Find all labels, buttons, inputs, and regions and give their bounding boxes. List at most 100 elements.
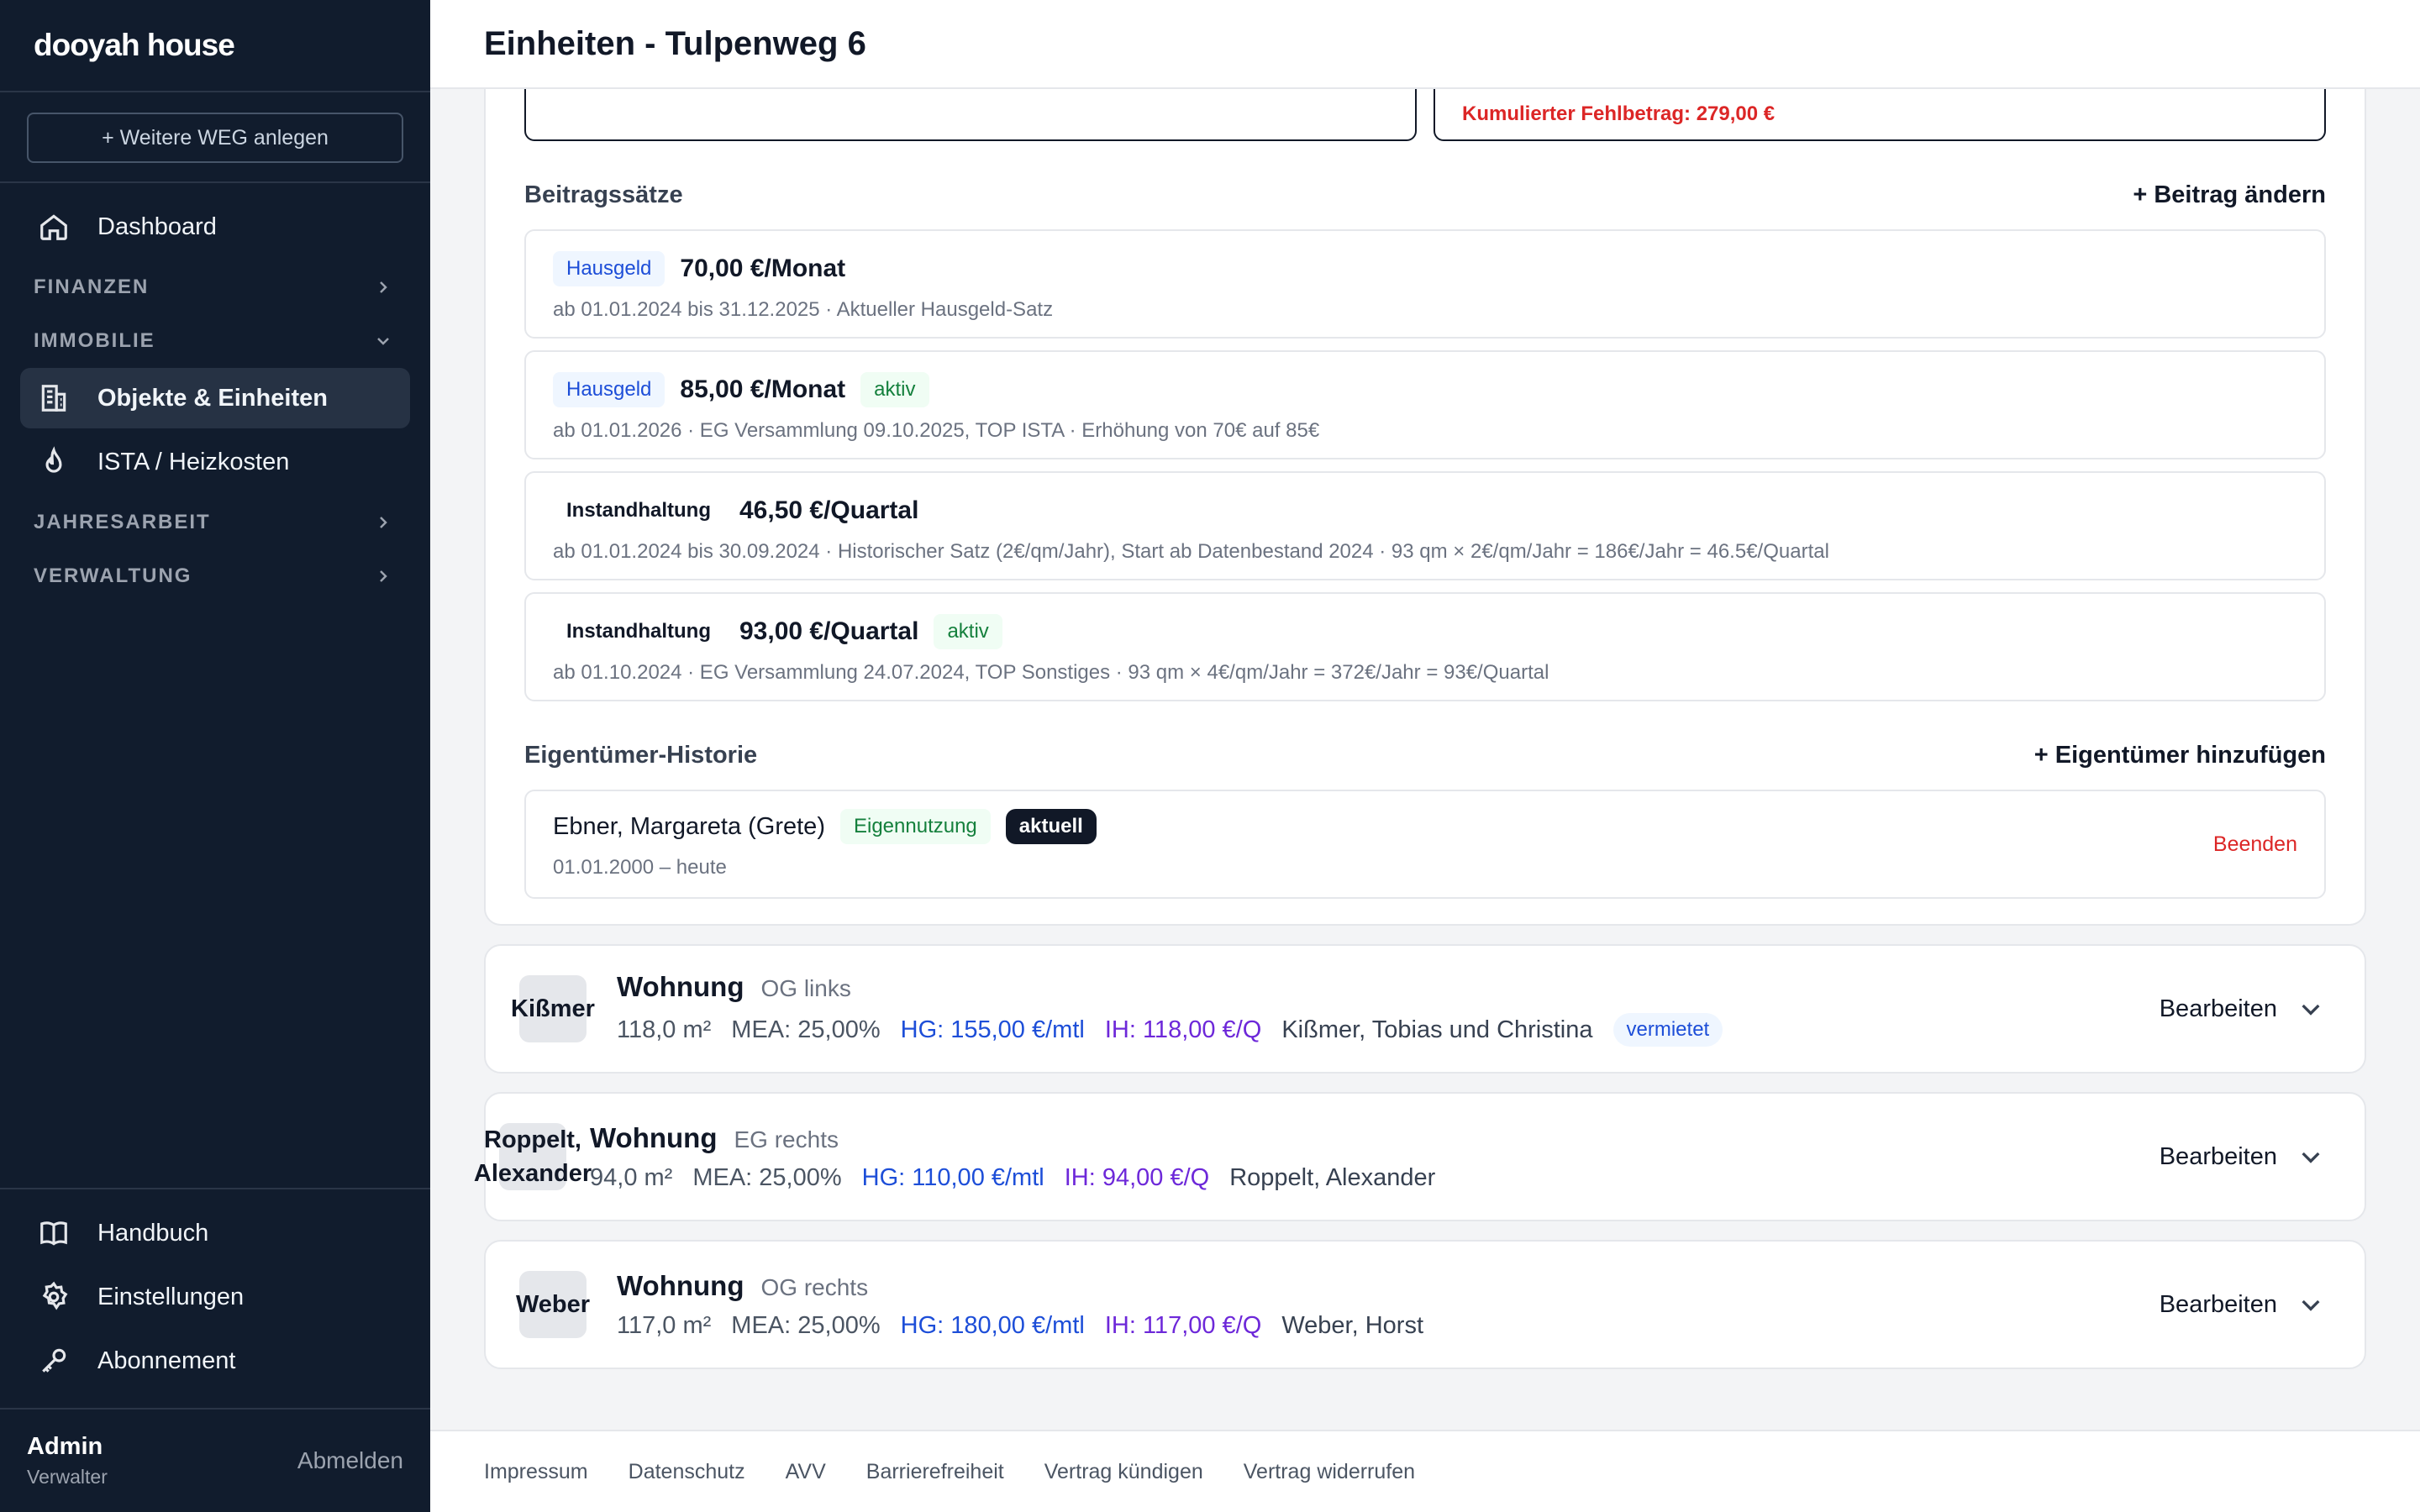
unit-location: OG links [760, 975, 851, 1001]
unit-ih: IH: 118,00 €/Q [1104, 1016, 1262, 1043]
user-name: Admin [27, 1433, 103, 1460]
owner-item: Ebner, Margareta (Grete) Eigennutzung ak… [524, 790, 2326, 899]
rate-description: ab 01.01.2024 bis 31.12.2025 · Aktueller… [553, 298, 1054, 321]
sidebar-divider [0, 91, 430, 92]
edit-label: Bearbeiten [2159, 1290, 2277, 1318]
footer-link-vertrag-widerrufen[interactable]: Vertrag widerrufen [1244, 1460, 1415, 1484]
sidebar-item-ista[interactable]: ISTA / Heizkosten [20, 432, 410, 492]
logout-button[interactable]: Abmelden [297, 1447, 403, 1474]
chevron-down-icon [2302, 1004, 2320, 1016]
sidebar-item-handbuch[interactable]: Handbuch [20, 1203, 410, 1263]
rates-title: Beitragssätze [524, 181, 683, 208]
status-badge: aktiv [860, 372, 929, 407]
footer: Impressum Datenschutz AVV Barrierefreihe… [430, 1430, 2420, 1512]
unit-owner: Weber, Horst [1281, 1311, 1424, 1339]
sidebar-item-einstellungen[interactable]: Einstellungen [20, 1267, 410, 1327]
avatar: Kißmer [511, 975, 595, 1042]
rate-description: ab 01.01.2026 · EG Versammlung 09.10.202… [553, 419, 1320, 442]
rate-amount: 46,50 €/Quartal [739, 496, 919, 524]
add-owner-button[interactable]: + Eigentümer hinzufügen [2034, 742, 2326, 769]
rate-type-badge: Instandhaltung [553, 614, 724, 649]
user-panel: Admin Verwalter Abmelden [0, 1410, 430, 1512]
rate-item: Hausgeld 70,00 €/Monat ab 01.01.2024 bis… [524, 229, 2326, 339]
change-rate-button[interactable]: + Beitrag ändern [2133, 181, 2326, 209]
status-badge: aktuell [1005, 809, 1097, 844]
edit-unit-button[interactable]: Bearbeiten [2160, 1143, 2324, 1171]
footer-link-avv[interactable]: AVV [786, 1460, 826, 1484]
section-label: VERWALTUNG [34, 564, 192, 587]
rates-header: Beitragssätze + Beitrag ändern [524, 181, 2326, 209]
footer-link-barrierefreiheit[interactable]: Barrierefreiheit [866, 1460, 1004, 1484]
rate-item: Instandhaltung 93,00 €/Quartal aktiv ab … [524, 592, 2326, 701]
missing-amount: Kumulierter Fehlbetrag: 279,00 € [1462, 102, 1776, 125]
unit-type: Wohnung [617, 1269, 744, 1301]
footer-link-impressum[interactable]: Impressum [484, 1460, 588, 1484]
section-label: JAHRESARBEIT [34, 511, 211, 533]
rate-type-badge: Instandhaltung [553, 493, 724, 528]
section-label: FINANZEN [34, 276, 150, 298]
edit-label: Bearbeiten [2159, 1142, 2277, 1170]
sidebar-item-label: Handbuch [97, 1219, 209, 1247]
unit-row[interactable]: Weber Wohnung OG rechts 117,0 m² MEA: 25… [484, 1240, 2366, 1369]
rented-badge: vermietet [1612, 1013, 1723, 1047]
unit-ih: IH: 94,00 €/Q [1064, 1163, 1210, 1191]
summary-card-missing: Kumulierter Fehlbetrag: 279,00 € [1434, 89, 2326, 141]
sidebar-section-jahresarbeit[interactable]: JAHRESARBEIT [20, 496, 410, 549]
unit-area: 117,0 m² [617, 1311, 712, 1339]
unit-list[interactable]: Kumulierter Fehlbetrag: 279,00 € Beitrag… [430, 89, 2420, 1430]
unit-row[interactable]: Roppelt, Alexander Wohnung EG rechts 94,… [474, 1092, 2366, 1221]
unit-hg: HG: 155,00 €/mtl [900, 1016, 1085, 1043]
gear-icon [37, 1280, 71, 1314]
avatar: Roppelt, Alexander [474, 1123, 592, 1190]
add-weg-button[interactable]: + Weitere WEG anlegen [27, 113, 403, 163]
edit-unit-button[interactable]: Bearbeiten [2160, 1291, 2324, 1319]
footer-link-vertrag-kuendigen[interactable]: Vertrag kündigen [1044, 1460, 1203, 1484]
sidebar-item-label: Dashboard [97, 213, 217, 240]
unit-row[interactable]: Kißmer Wohnung OG links 118,0 m² MEA: 25… [484, 944, 2366, 1074]
unit-mea: MEA: 25,00% [731, 1311, 881, 1339]
unit-location: OG rechts [760, 1273, 869, 1300]
sidebar-section-immobilie[interactable]: IMMOBILIE [20, 314, 410, 368]
sidebar-item-objekte[interactable]: Objekte & Einheiten [20, 368, 410, 428]
chevron-right-icon [380, 281, 387, 293]
sidebar-item-label: ISTA / Heizkosten [97, 448, 290, 475]
sidebar: dooyah house + Weitere WEG anlegen Dashb… [0, 0, 430, 1512]
end-ownership-button[interactable]: Beenden [2213, 832, 2297, 857]
chevron-right-icon [380, 517, 387, 528]
unit-card-expanded: Kumulierter Fehlbetrag: 279,00 € Beitrag… [484, 89, 2366, 926]
owners-header: Eigentümer-Historie + Eigentümer hinzufü… [524, 742, 2326, 769]
chevron-down-icon [377, 338, 389, 345]
chevron-down-icon [2302, 1299, 2320, 1311]
book-icon [37, 1216, 71, 1250]
status-badge: aktiv [934, 614, 1002, 649]
rate-amount: 93,00 €/Quartal [739, 617, 919, 645]
unit-area: 94,0 m² [590, 1163, 673, 1191]
rate-type-badge: Hausgeld [553, 372, 666, 407]
sidebar-item-abonnement[interactable]: Abonnement [20, 1331, 410, 1391]
chevron-down-icon [2302, 1152, 2320, 1163]
rate-type-badge: Hausgeld [553, 251, 666, 286]
rate-amount: 70,00 €/Monat [680, 255, 846, 282]
owners-title: Eigentümer-Historie [524, 742, 758, 769]
sidebar-nav: Dashboard FINANZEN IMMOBILIE Objekte & E… [0, 183, 430, 1188]
avatar: Weber [516, 1271, 590, 1338]
unit-mea: MEA: 25,00% [692, 1163, 842, 1191]
edit-label: Bearbeiten [2159, 995, 2277, 1022]
summary-card [524, 89, 1417, 141]
unit-mea: MEA: 25,00% [731, 1016, 881, 1043]
unit-area: 118,0 m² [617, 1016, 712, 1043]
summary-cards: Kumulierter Fehlbetrag: 279,00 € [524, 89, 2326, 141]
page-header: Einheiten - Tulpenweg 6 [430, 0, 2420, 89]
sidebar-item-label: Objekte & Einheiten [97, 384, 328, 412]
page-title: Einheiten - Tulpenweg 6 [484, 24, 866, 62]
rate-item: Instandhaltung 46,50 €/Quartal ab 01.01.… [524, 471, 2326, 580]
rate-amount: 85,00 €/Monat [680, 375, 846, 403]
owner-period: 01.01.2000 – heute [553, 856, 727, 879]
sidebar-item-dashboard[interactable]: Dashboard [20, 197, 410, 257]
edit-unit-button[interactable]: Bearbeiten [2160, 995, 2324, 1023]
owner-name: Ebner, Margareta (Grete) [553, 812, 825, 840]
sidebar-section-finanzen[interactable]: FINANZEN [20, 260, 410, 314]
footer-link-datenschutz[interactable]: Datenschutz [629, 1460, 745, 1484]
sidebar-section-verwaltung[interactable]: VERWALTUNG [20, 549, 410, 603]
main-area: Einheiten - Tulpenweg 6 Kumulierter Fehl… [430, 0, 2420, 1512]
